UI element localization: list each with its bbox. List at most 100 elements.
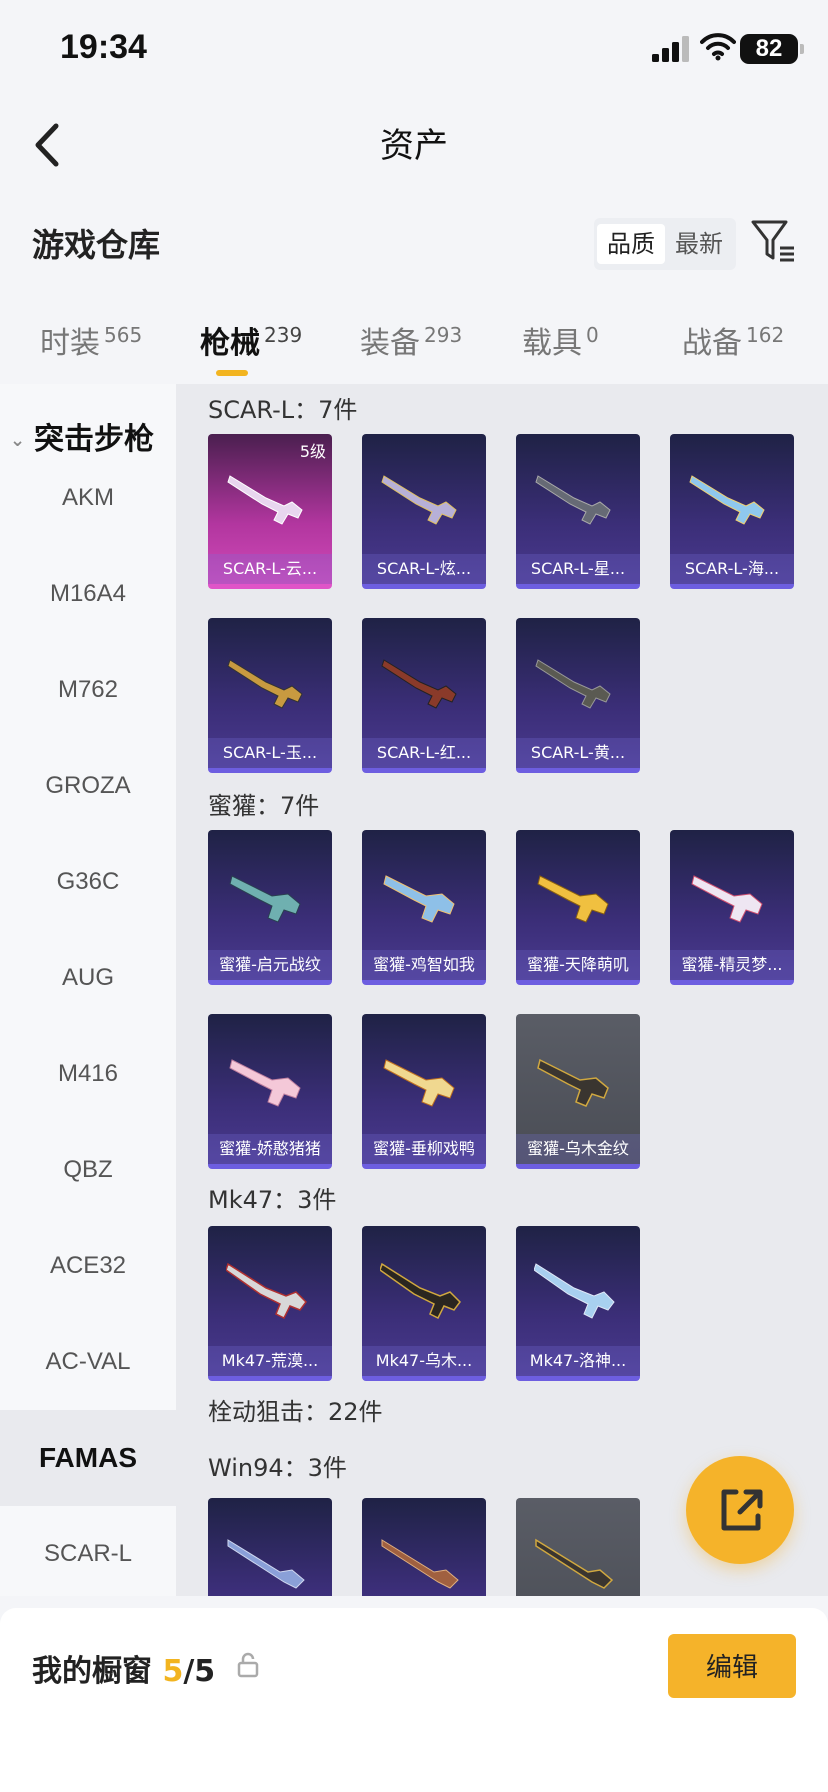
sidebar-item-ac-val[interactable]: AC-VAL bbox=[0, 1314, 176, 1410]
rifle-icon bbox=[534, 1263, 615, 1319]
tab-count: 293 bbox=[424, 323, 463, 347]
skin-card[interactable]: SCAR-L-黄... bbox=[516, 618, 640, 773]
skin-card[interactable]: 蜜獾-乌木金纹 bbox=[516, 1014, 640, 1169]
skin-card[interactable]: 蜜獾-天降萌叽 bbox=[516, 830, 640, 985]
skin-list: SCAR-L：7件 5级 SCAR-L-云... SCAR-L-炫... SCA… bbox=[176, 384, 828, 1596]
tab-supplies[interactable]: 战备 162 bbox=[682, 318, 784, 362]
skin-card[interactable]: SCAR-L-红... bbox=[362, 618, 486, 773]
sidebar-item-akm[interactable]: AKM bbox=[0, 450, 176, 546]
share-button[interactable] bbox=[686, 1456, 794, 1564]
battery-tip bbox=[800, 44, 804, 54]
skin-name: Mk47-荒漠... bbox=[208, 1346, 332, 1376]
group-title-win94: Win94：3件 bbox=[208, 1454, 347, 1482]
showcase-label: 我的橱窗 5/5 bbox=[32, 1654, 216, 1689]
skin-name: 蜜獾-精灵梦... bbox=[670, 950, 794, 980]
rifle-icon bbox=[535, 659, 611, 709]
sidebar-item-m416[interactable]: M416 bbox=[0, 1026, 176, 1122]
skin-name: SCAR-L-海... bbox=[670, 554, 794, 584]
skin-name: SCAR-L-云... bbox=[208, 554, 332, 584]
smg-icon bbox=[691, 875, 763, 923]
skin-card[interactable]: SCAR-L-炫... bbox=[362, 434, 486, 589]
share-icon bbox=[721, 1489, 763, 1531]
sidebar-item-g36c[interactable]: G36C bbox=[0, 834, 176, 930]
skin-card[interactable] bbox=[208, 1498, 332, 1596]
sniper-icon bbox=[227, 1539, 305, 1589]
sidebar-item-m762[interactable]: M762 bbox=[0, 642, 176, 738]
rifle-icon bbox=[227, 475, 303, 525]
wifi-icon bbox=[700, 33, 736, 61]
sidebar-item-ace32[interactable]: ACE32 bbox=[0, 1218, 176, 1314]
rifle-icon bbox=[689, 475, 765, 525]
tab-count: 162 bbox=[746, 323, 785, 347]
skin-card[interactable]: Mk47-荒漠... bbox=[208, 1226, 332, 1381]
smg-icon bbox=[229, 1059, 301, 1107]
skin-card[interactable]: 蜜獾-娇憨猪猪 bbox=[208, 1014, 332, 1169]
skin-name: 蜜獾-鸡智如我 bbox=[362, 950, 486, 980]
sidebar-item-m16a4[interactable]: M16A4 bbox=[0, 546, 176, 642]
battery-icon: 82 bbox=[740, 34, 798, 64]
rifle-icon bbox=[226, 1262, 307, 1320]
skin-name: SCAR-L-玉... bbox=[208, 738, 332, 768]
skin-card[interactable]: 5级 SCAR-L-云... bbox=[208, 434, 332, 589]
skin-card[interactable] bbox=[362, 1498, 486, 1596]
sidebar-item-aug[interactable]: AUG bbox=[0, 930, 176, 1026]
nav-bar: 资产 bbox=[0, 100, 828, 180]
skin-name: 蜜獾-垂柳戏鸭 bbox=[362, 1134, 486, 1164]
showcase-bar: 我的橱窗 5/5 编辑 bbox=[0, 1608, 828, 1792]
lock-icon bbox=[237, 1652, 259, 1678]
status-bar: 19:34 82 bbox=[0, 0, 828, 100]
smg-icon bbox=[229, 875, 301, 923]
weapon-type-sidebar: ⌄ 突击步枪 AKM M16A4 M762 GROZA G36C AUG M416… bbox=[0, 384, 176, 1596]
section-title: 游戏仓库 bbox=[32, 226, 161, 264]
skin-card[interactable] bbox=[516, 1498, 640, 1596]
sidebar-item-famas[interactable]: FAMAS bbox=[0, 1410, 176, 1506]
rifle-icon bbox=[381, 659, 457, 709]
group-title-scar-l: SCAR-L：7件 bbox=[208, 396, 358, 424]
tab-count: 239 bbox=[264, 323, 303, 347]
showcase-count: 5 bbox=[162, 1654, 184, 1689]
category-tabs: 时装 565 枪械 239 装备 293 载具 0 战备 162 bbox=[0, 300, 828, 380]
edit-button[interactable]: 编辑 bbox=[668, 1634, 796, 1698]
skin-card[interactable]: 蜜獾-垂柳戏鸭 bbox=[362, 1014, 486, 1169]
smg-icon bbox=[383, 1059, 455, 1107]
smg-icon bbox=[537, 875, 609, 923]
rifle-icon bbox=[227, 659, 303, 709]
rifle-icon bbox=[381, 475, 457, 525]
tab-vehicles[interactable]: 载具 0 bbox=[522, 318, 599, 362]
filter-icon[interactable] bbox=[750, 218, 796, 264]
skin-card[interactable]: SCAR-L-星... bbox=[516, 434, 640, 589]
skin-card[interactable]: Mk47-洛神... bbox=[516, 1226, 640, 1381]
sort-toggle: 品质 最新 bbox=[594, 218, 736, 270]
smg-icon bbox=[537, 1058, 609, 1107]
sidebar-item-scar-l[interactable]: SCAR-L bbox=[0, 1506, 176, 1596]
skin-name: 蜜獾-天降萌叽 bbox=[516, 950, 640, 980]
skin-card[interactable]: 蜜獾-启元战纹 bbox=[208, 830, 332, 985]
skin-card[interactable]: SCAR-L-玉... bbox=[208, 618, 332, 773]
sort-quality-button[interactable]: 品质 bbox=[597, 224, 665, 264]
chevron-down-icon: ⌄ bbox=[10, 430, 26, 451]
skin-card[interactable]: SCAR-L-海... bbox=[670, 434, 794, 589]
sidebar-item-qbz[interactable]: QBZ bbox=[0, 1122, 176, 1218]
sniper-icon bbox=[381, 1539, 459, 1589]
page-title: 资产 bbox=[380, 126, 448, 166]
skin-name: SCAR-L-星... bbox=[516, 554, 640, 584]
tab-count: 0 bbox=[586, 323, 599, 347]
skin-name: Mk47-乌木... bbox=[362, 1346, 486, 1376]
skin-card[interactable]: 蜜獾-鸡智如我 bbox=[362, 830, 486, 985]
group-title-honey-badger: 蜜獾：7件 bbox=[208, 792, 320, 820]
tab-equipment[interactable]: 装备 293 bbox=[360, 318, 462, 362]
skin-card[interactable]: 蜜獾-精灵梦... bbox=[670, 830, 794, 985]
smg-icon bbox=[383, 875, 455, 923]
tab-active-indicator bbox=[216, 370, 248, 376]
skin-name: SCAR-L-炫... bbox=[362, 554, 486, 584]
skin-name: SCAR-L-黄... bbox=[516, 738, 640, 768]
skin-name: 蜜獾-乌木金纹 bbox=[516, 1134, 640, 1164]
tab-fashion[interactable]: 时装 565 bbox=[40, 318, 142, 362]
group-title-mk47: Mk47：3件 bbox=[208, 1186, 337, 1214]
skin-name: 蜜獾-娇憨猪猪 bbox=[208, 1134, 332, 1164]
sort-newest-button[interactable]: 最新 bbox=[665, 224, 733, 264]
rifle-icon bbox=[535, 475, 611, 525]
skin-card[interactable]: Mk47-乌木... bbox=[362, 1226, 486, 1381]
tab-guns[interactable]: 枪械 239 bbox=[200, 318, 302, 362]
sidebar-item-groza[interactable]: GROZA bbox=[0, 738, 176, 834]
